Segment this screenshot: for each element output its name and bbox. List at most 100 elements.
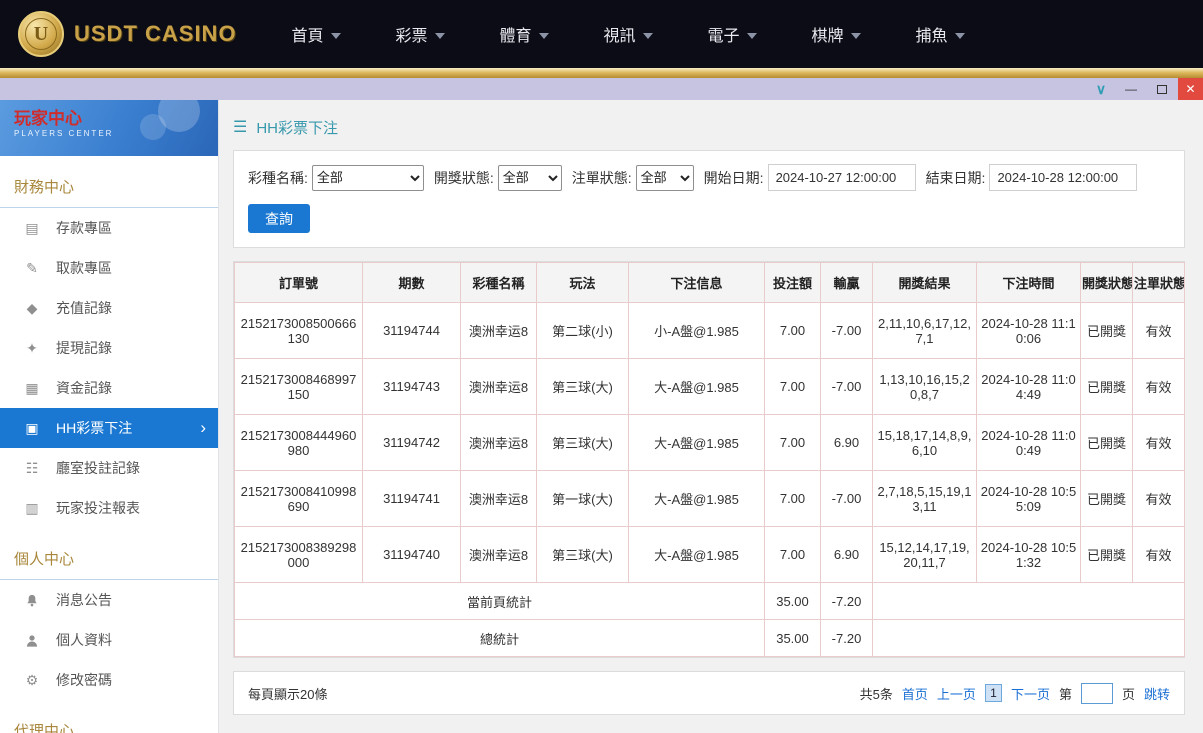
logo-text: USDT CASINO [74, 21, 237, 47]
next-page-link[interactable]: 下一页 [1011, 684, 1050, 703]
col-header-bet-info: 下注信息 [629, 263, 765, 303]
sidebar-item-change-password[interactable]: ⚙ 修改密碼 [0, 660, 218, 700]
hall-bet-record-icon: ☷ [24, 460, 40, 477]
cell-win-loss: 6.90 [821, 415, 873, 471]
sidebar-item-recharge-record[interactable]: ◆ 充值記錄 [0, 288, 218, 328]
current-page-button[interactable]: 1 [985, 684, 1002, 702]
cell-period: 31194744 [363, 303, 461, 359]
col-header-period: 期數 [363, 263, 461, 303]
cell-bet-amount: 7.00 [765, 359, 821, 415]
total-summary-label: 總統計 [235, 620, 765, 657]
nav-item-fishing[interactable]: 捕魚 [888, 22, 992, 46]
logo[interactable]: U USDT CASINO [18, 11, 250, 57]
sidebar-item-label: 修改密碼 [56, 670, 112, 690]
sidebar-item-withdrawal-record[interactable]: ✦ 提現記錄 [0, 328, 218, 368]
cell-order-status: 有效 [1133, 471, 1185, 527]
cell-win-loss: -7.00 [821, 303, 873, 359]
sidebar-item-funds-record[interactable]: ▦ 資金記錄 [0, 368, 218, 408]
logo-coin-icon: U [18, 11, 64, 57]
withdraw-icon: ✎ [24, 260, 40, 277]
chevron-down-icon [539, 33, 549, 39]
nav-item-lottery[interactable]: 彩票 [368, 22, 472, 46]
sidebar-item-deposit[interactable]: ▤ 存款專區 [0, 208, 218, 248]
sidebar-item-label: 廳室投註記錄 [56, 458, 140, 478]
cell-order-status: 有效 [1133, 415, 1185, 471]
cell-bet-info: 大-A盤@1.985 [629, 359, 765, 415]
cell-lottery-name: 澳洲幸运8 [461, 359, 537, 415]
cell-bet-time: 2024-10-28 10:51:32 [977, 527, 1081, 583]
nav-item-label: 體育 [499, 22, 531, 46]
cell-bet-time: 2024-10-28 11:10:06 [977, 303, 1081, 359]
cell-period: 31194740 [363, 527, 461, 583]
content-area: 玩家中心 PLAYERS CENTER 財務中心 ▤ 存款專區 ✎ 取款專區 ◆… [0, 100, 1203, 733]
window-dropdown-icon[interactable]: ∨ [1086, 78, 1116, 100]
sidebar-item-label: 資金記錄 [56, 378, 112, 398]
jump-link[interactable]: 跳转 [1144, 684, 1170, 703]
sidebar-item-profile[interactable]: 個人資料 [0, 620, 218, 660]
end-date-input[interactable] [989, 164, 1137, 191]
draw-status-select[interactable]: 全部 [498, 165, 562, 191]
cell-bet-time: 2024-10-28 11:00:49 [977, 415, 1081, 471]
cell-draw-result: 2,11,10,6,17,12,7,1 [873, 303, 977, 359]
nav-item-electronic[interactable]: 電子 [680, 22, 784, 46]
gear-icon: ⚙ [24, 672, 40, 689]
players-center-header: 玩家中心 PLAYERS CENTER [0, 100, 218, 156]
cell-lottery-name: 澳洲幸运8 [461, 527, 537, 583]
sidebar-item-player-bet-report[interactable]: ▥ 玩家投注報表 [0, 488, 218, 528]
cell-win-loss: 6.90 [821, 527, 873, 583]
cell-order-id: 2152173008444960980 [235, 415, 363, 471]
bets-table: 訂單號 期數 彩種名稱 玩法 下注信息 投注額 輸贏 開獎結果 下注時間 開獎狀… [234, 262, 1185, 657]
recharge-record-icon: ◆ [24, 300, 40, 317]
chevron-down-icon [435, 33, 445, 39]
cell-play: 第二球(小) [537, 303, 629, 359]
sidebar-item-label: 消息公告 [56, 590, 112, 610]
prev-page-link[interactable]: 上一页 [937, 684, 976, 703]
sidebar-item-hall-bet-record[interactable]: ☷ 廳室投註記錄 [0, 448, 218, 488]
window-close-button[interactable]: ✕ [1178, 78, 1203, 100]
bell-icon [24, 592, 40, 608]
nav-item-home[interactable]: 首頁 [264, 22, 368, 46]
per-page-label: 每頁顯示20條 [248, 684, 327, 703]
sidebar-item-announcements[interactable]: 消息公告 [0, 580, 218, 620]
cell-period: 31194743 [363, 359, 461, 415]
cell-draw-result: 15,18,17,14,8,9,6,10 [873, 415, 977, 471]
section-finance-center: 財務中心 [0, 156, 218, 208]
cell-play: 第三球(大) [537, 359, 629, 415]
page-summary-empty [873, 583, 1185, 620]
table-row: 2152173008500666130 31194744 澳洲幸运8 第二球(小… [235, 303, 1185, 359]
window-minimize-button[interactable]: — [1116, 78, 1146, 100]
cell-lottery-name: 澳洲幸运8 [461, 471, 537, 527]
cell-order-id: 2152173008389298000 [235, 527, 363, 583]
window-title-bar: ∨ — ✕ [0, 78, 1203, 100]
nav-item-chess[interactable]: 棋牌 [784, 22, 888, 46]
nav-item-label: 首頁 [291, 22, 323, 46]
sidebar-item-hh-lottery-bets[interactable]: ▣ HH彩票下注 › [0, 408, 218, 448]
chevron-down-icon [747, 33, 757, 39]
breadcrumb: ☰ HH彩票下注 [233, 112, 1185, 142]
col-header-play: 玩法 [537, 263, 629, 303]
bets-table-panel: 訂單號 期數 彩種名稱 玩法 下注信息 投注額 輸贏 開獎結果 下注時間 開獎狀… [233, 261, 1185, 658]
order-status-select[interactable]: 全部 [636, 165, 694, 191]
page-number-input[interactable] [1081, 683, 1113, 704]
query-button[interactable]: 查詢 [248, 204, 310, 233]
cell-draw-status: 已開獎 [1081, 303, 1133, 359]
deposit-icon: ▤ [24, 220, 40, 237]
lottery-name-label: 彩種名稱: [248, 168, 308, 188]
first-page-link[interactable]: 首页 [902, 684, 928, 703]
lottery-name-select[interactable]: 全部 [312, 165, 424, 191]
jump-prefix-label: 第 [1059, 684, 1072, 703]
nav-item-live-video[interactable]: 視訊 [576, 22, 680, 46]
cell-draw-status: 已開獎 [1081, 415, 1133, 471]
total-summary-empty [873, 620, 1185, 657]
cell-draw-status: 已開獎 [1081, 527, 1133, 583]
sidebar-item-label: 個人資料 [56, 630, 112, 650]
nav-item-sports[interactable]: 體育 [472, 22, 576, 46]
person-icon [24, 632, 40, 648]
nav-item-label: 棋牌 [811, 22, 843, 46]
cell-draw-result: 15,12,14,17,19,20,11,7 [873, 527, 977, 583]
sidebar-item-withdraw[interactable]: ✎ 取款專區 [0, 248, 218, 288]
start-date-input[interactable] [768, 164, 916, 191]
window-maximize-button[interactable] [1146, 78, 1178, 100]
menu-toggle-icon[interactable]: ☰ [233, 117, 247, 137]
col-header-bet-time: 下注時間 [977, 263, 1081, 303]
